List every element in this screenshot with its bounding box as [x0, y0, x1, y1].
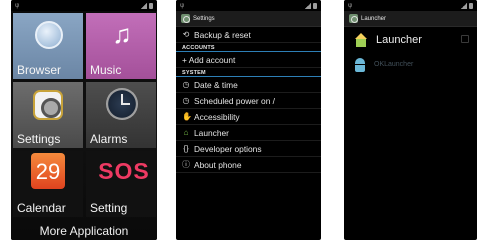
settings-item-label: About phone: [194, 159, 242, 170]
app-tile-calendar[interactable]: 29 Calendar: [13, 151, 83, 217]
app-label: Music: [90, 63, 122, 77]
info-icon: ⓘ: [182, 160, 190, 169]
sos-icon: SOS: [98, 158, 150, 184]
backup-icon: ⟲: [182, 30, 190, 39]
launcher-option-label: OKLauncher: [374, 61, 414, 68]
settings-app-icon[interactable]: [181, 14, 190, 23]
settings-item-label: Backup & reset: [194, 29, 251, 40]
hand-icon: ✋: [182, 112, 192, 121]
usb-icon: ψ: [348, 2, 353, 9]
launcher-option-radio[interactable]: [461, 35, 469, 43]
status-bar: ψ: [344, 0, 477, 11]
status-icons: [141, 2, 153, 9]
launcher-option-oklauncher[interactable]: OKLauncher: [344, 52, 477, 77]
status-icons: [461, 2, 473, 9]
settings-item-accessibility[interactable]: ✋ Accessibility: [176, 109, 321, 125]
android-icon: [354, 57, 366, 72]
home-grid: Browser ♫ Music Settings Alarms 29 Calen…: [11, 11, 157, 240]
settings-item-scheduled-power[interactable]: ◷ Scheduled power on /: [176, 93, 321, 109]
section-header-accounts: ACCOUNTS: [176, 43, 321, 52]
power-icon: ◷: [182, 96, 190, 105]
settings-item-label: Developer options: [194, 143, 262, 154]
home-icon: [354, 32, 368, 47]
back-app-icon[interactable]: [349, 14, 358, 23]
battery-icon: [149, 2, 153, 9]
phone-settings-screen: ψ Settings ⟲ Backup & reset ACCOUNTS + A…: [176, 0, 321, 240]
battery-icon: [313, 2, 317, 9]
phone-launcher-screen: ψ Launcher Launcher OKLauncher: [344, 0, 477, 240]
signal-icon: [305, 2, 311, 9]
settings-item-about-phone[interactable]: ⓘ About phone: [176, 157, 321, 173]
settings-item-label: + Add account: [182, 54, 236, 65]
app-label: Browser: [17, 63, 62, 77]
action-bar: Launcher: [344, 11, 477, 27]
settings-item-backup[interactable]: ⟲ Backup & reset: [176, 27, 321, 43]
app-label: Setting: [90, 201, 128, 215]
page-title: Launcher: [361, 15, 387, 22]
status-icons: [305, 2, 317, 9]
settings-item-add-account[interactable]: + Add account: [176, 52, 321, 68]
status-bar: ψ: [176, 0, 321, 11]
phone-home-screen: ψ Browser ♫ Music Settings Alarms 29 Cal…: [11, 0, 157, 240]
section-header-system: SYSTEM: [176, 68, 321, 77]
action-bar: Settings: [176, 11, 321, 27]
settings-item-label: Date & time: [194, 79, 238, 90]
settings-item-label: Launcher: [194, 127, 229, 138]
settings-item-launcher[interactable]: ⌂ Launcher: [176, 125, 321, 141]
app-tile-music[interactable]: ♫ Music: [86, 13, 156, 79]
signal-icon: [461, 2, 467, 9]
app-tile-browser[interactable]: Browser: [13, 13, 83, 79]
app-label: Calendar: [17, 201, 66, 215]
app-tile-settings[interactable]: Settings: [13, 82, 83, 148]
page-title: Settings: [193, 15, 215, 22]
clock-icon: [106, 88, 138, 120]
usb-icon: ψ: [180, 2, 185, 9]
status-bar: ψ: [11, 0, 157, 11]
launcher-option-label: Launcher: [376, 33, 422, 46]
gear-icon: [33, 90, 63, 120]
app-label: Alarms: [90, 132, 128, 146]
calendar-icon: 29: [31, 153, 65, 189]
app-tile-alarms[interactable]: Alarms: [86, 82, 156, 148]
settings-item-label: Scheduled power on /: [194, 95, 276, 106]
settings-item-date-time[interactable]: ◷ Date & time: [176, 77, 321, 93]
usb-icon: ψ: [15, 2, 20, 9]
app-tile-sos-setting[interactable]: SOS Setting: [86, 151, 156, 217]
launcher-option-launcher[interactable]: Launcher: [344, 27, 477, 52]
app-label: Settings: [17, 132, 61, 146]
settings-item-developer-options[interactable]: {} Developer options: [176, 141, 321, 157]
clock-icon: ◷: [182, 80, 190, 89]
signal-icon: [141, 2, 147, 9]
home-icon: ⌂: [183, 128, 189, 137]
code-icon: {}: [183, 144, 189, 153]
globe-icon: [35, 21, 63, 49]
battery-icon: [469, 2, 473, 9]
settings-item-label: Accessibility: [194, 111, 240, 122]
music-note-icon: ♫: [112, 19, 132, 49]
more-application-button[interactable]: More Application: [11, 222, 157, 240]
